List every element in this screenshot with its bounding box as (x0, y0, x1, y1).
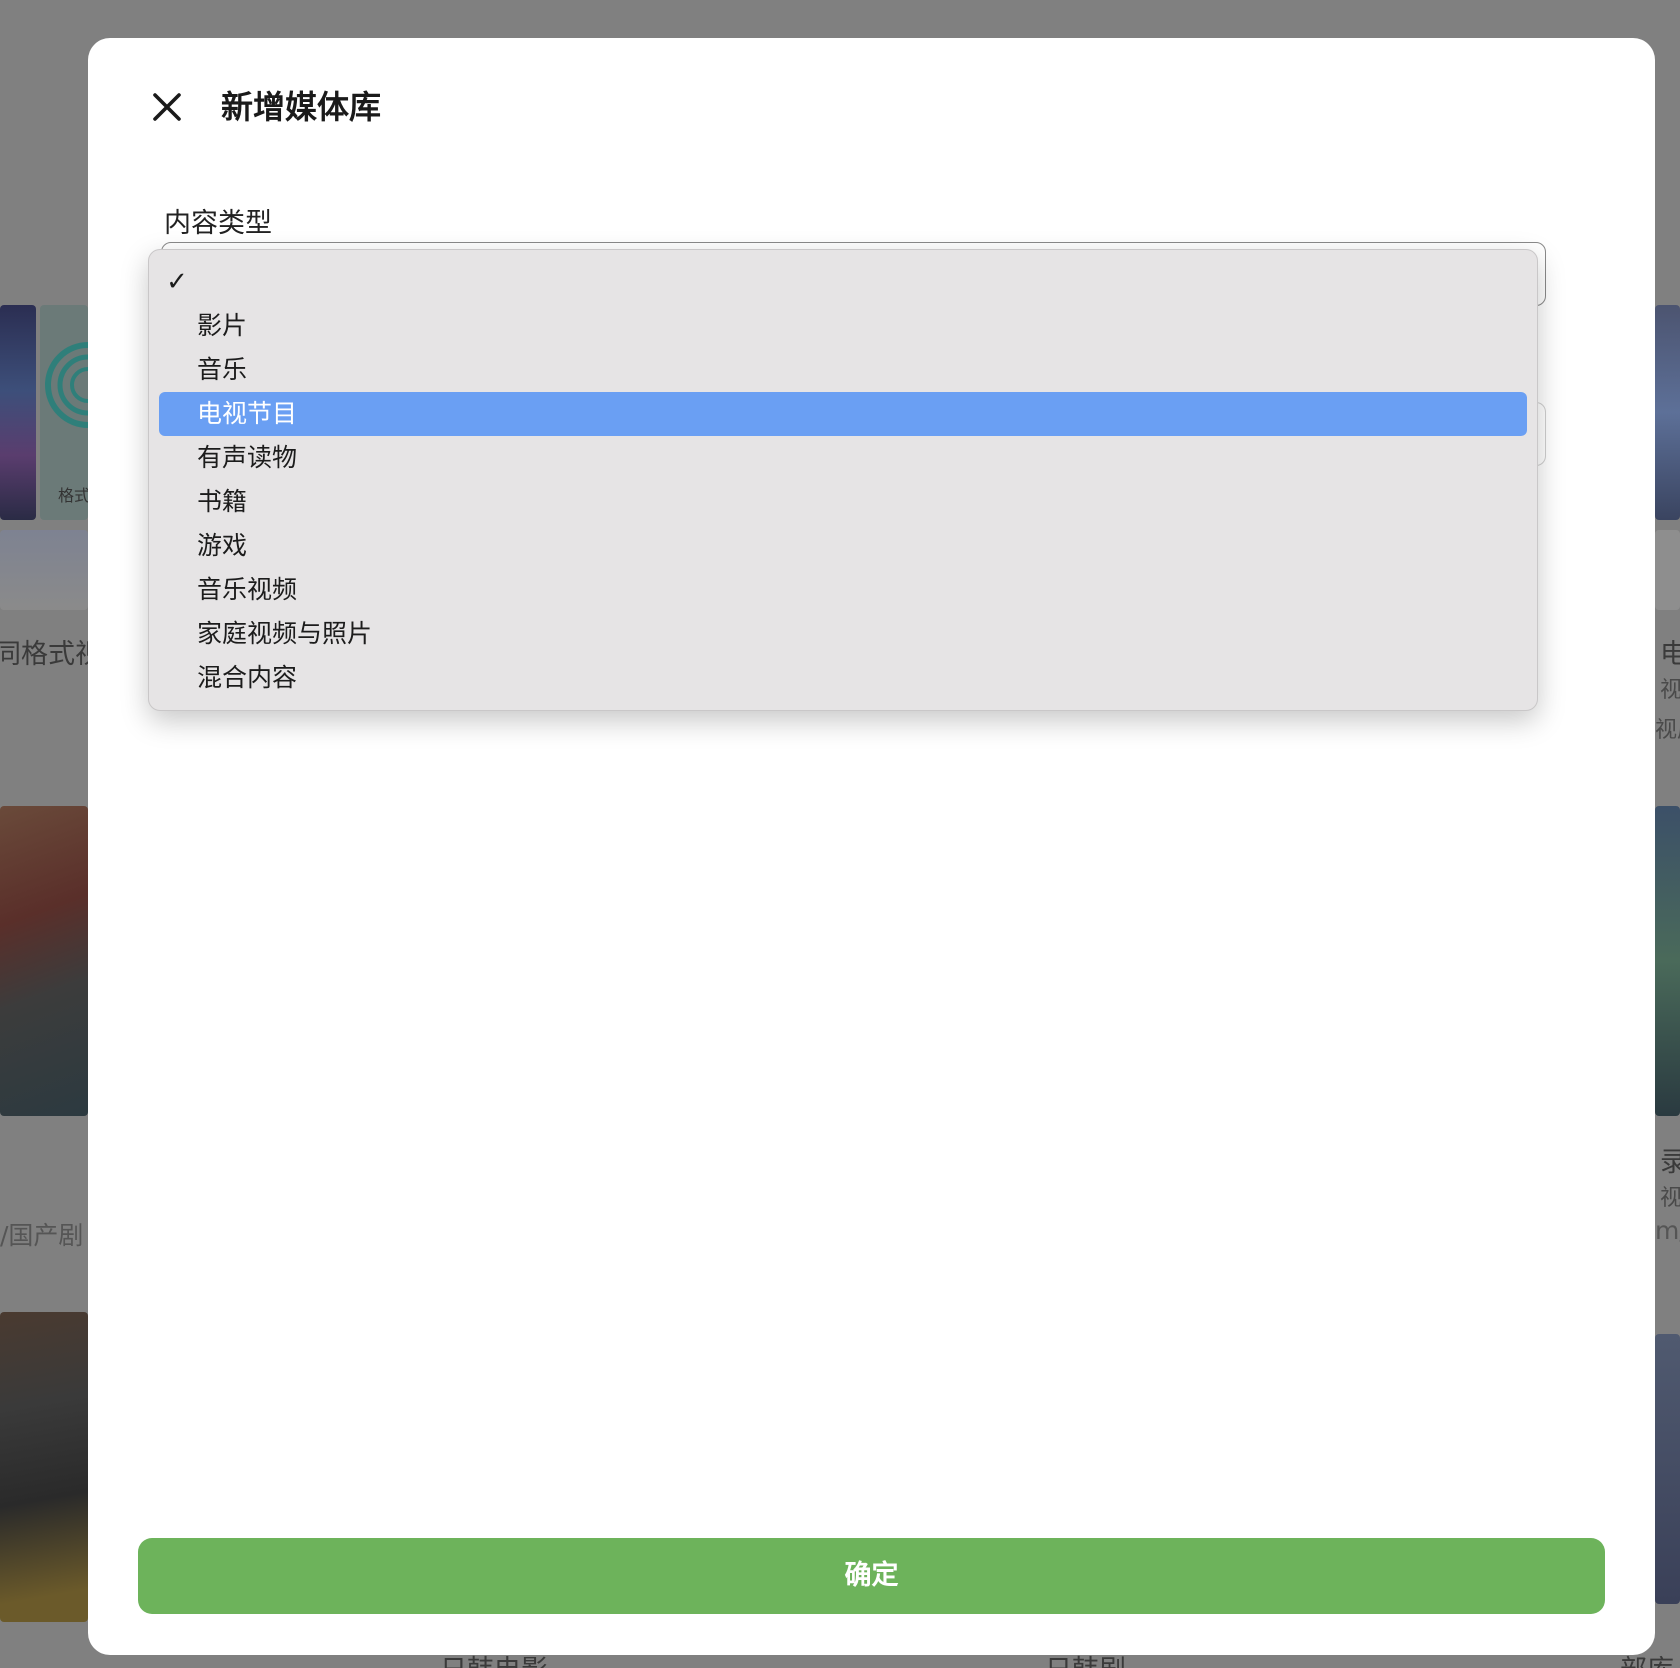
option-label: 音乐 (197, 355, 248, 384)
option-label: 家庭视频与照片 (197, 619, 373, 648)
dropdown-option-games[interactable]: 游戏 (159, 524, 1527, 568)
option-label: 音乐视频 (197, 575, 298, 604)
checkmark-icon: ✓ (166, 267, 188, 297)
option-label: 电视节目 (197, 399, 298, 428)
close-icon (153, 93, 181, 121)
option-label: 游戏 (197, 531, 248, 560)
dropdown-option-music-videos[interactable]: 音乐视频 (159, 568, 1527, 612)
bg-thumbnail-right-3 (1655, 806, 1680, 1116)
bg-thumbnail-right-1 (1655, 305, 1680, 520)
bg-thumbnail-left-3 (0, 530, 88, 610)
bg-thumbnail-left-1 (0, 305, 36, 520)
add-library-dialog: 新增媒体库 内容类型 ✓ 影片 音乐 电视节目 有声读物 书籍 游戏 音乐视频 (88, 38, 1655, 1655)
dialog-title: 新增媒体库 (221, 88, 382, 126)
option-label: 影片 (197, 311, 248, 340)
confirm-button[interactable]: 确定 (138, 1538, 1605, 1614)
bg-right-text-5: 视 (1660, 1186, 1680, 1211)
dropdown-option-home-videos-photos[interactable]: 家庭视频与照片 (159, 612, 1527, 656)
bg-right-text-1: 电 (1660, 639, 1680, 670)
option-label: 混合内容 (197, 663, 298, 692)
bg-right-text-3: 视屏 (1655, 718, 1680, 743)
option-label: 书籍 (197, 487, 248, 516)
dropdown-option-movies[interactable]: 影片 (159, 304, 1527, 348)
dropdown-option-music[interactable]: 音乐 (159, 348, 1527, 392)
bg-thumbnail-right-4 (1655, 1334, 1680, 1604)
close-button[interactable] (146, 86, 188, 128)
bg-thumbnail-right-2 (1655, 530, 1680, 610)
bg-right-text-6: m/s (1655, 1216, 1680, 1245)
option-label: 有声读物 (197, 443, 298, 472)
bg-left-text-1: 同格式视 (0, 639, 102, 670)
dropdown-option-books[interactable]: 书籍 (159, 480, 1527, 524)
dropdown-option-audiobooks[interactable]: 有声读物 (159, 436, 1527, 480)
bg-right-text-4: 录 (1660, 1147, 1680, 1178)
content-type-label: 内容类型 (164, 208, 272, 239)
bg-thumbnail-left-4 (0, 806, 88, 1116)
bg-caption: 格式 (58, 486, 91, 505)
dropdown-option-tv-shows[interactable]: 电视节目 (159, 392, 1527, 436)
dropdown-option-empty[interactable]: ✓ (159, 260, 1527, 304)
bg-left-text-2: /国产剧 (0, 1221, 84, 1250)
content-type-dropdown: ✓ 影片 音乐 电视节目 有声读物 书籍 游戏 音乐视频 家庭视频与照片 混合内… (148, 249, 1538, 711)
dropdown-option-mixed-content[interactable]: 混合内容 (159, 656, 1527, 700)
bg-right-text-2: 视 (1660, 678, 1680, 703)
bg-thumbnail-left-5 (0, 1312, 88, 1622)
